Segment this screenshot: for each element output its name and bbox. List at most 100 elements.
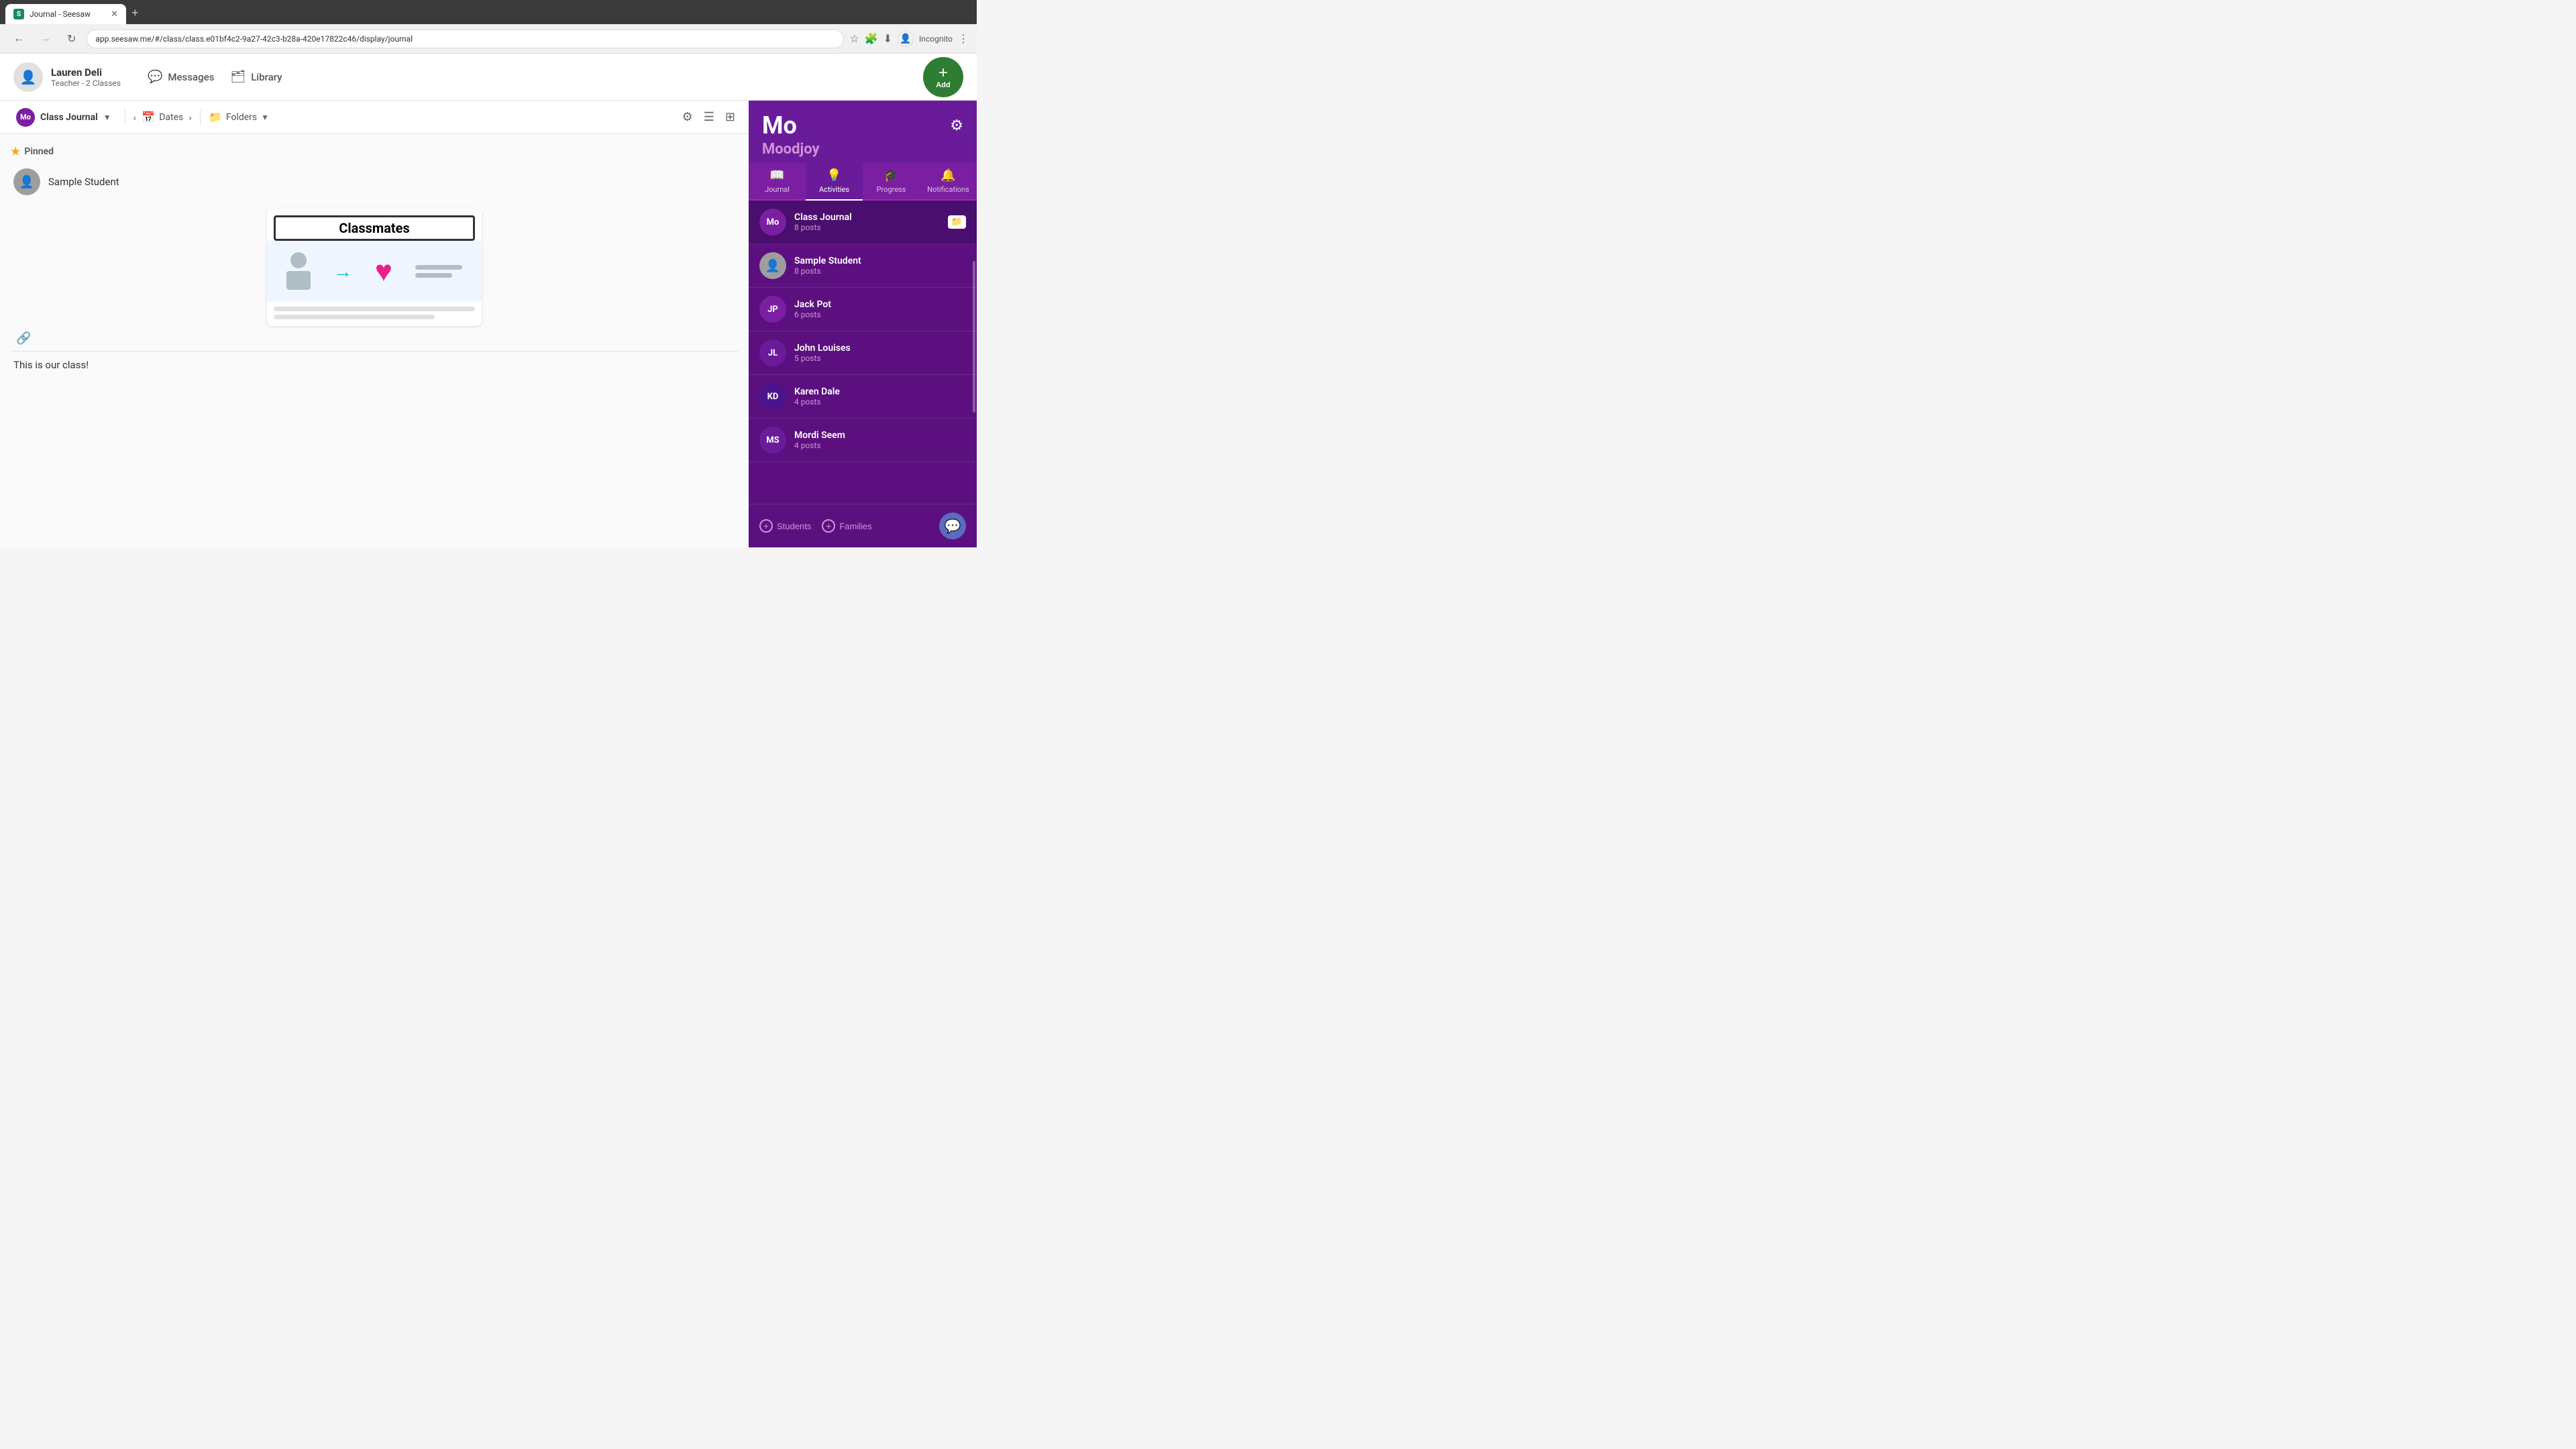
prev-arrow-button[interactable]: ‹	[133, 112, 137, 123]
john-louises-avatar: JL	[759, 339, 786, 366]
back-button[interactable]: ←	[8, 30, 30, 48]
grid-view-button[interactable]: ⊞	[722, 107, 738, 127]
person-silhouette	[286, 252, 311, 290]
journal-nav-label: Journal	[765, 185, 790, 194]
mordi-seem-avatar: MS	[759, 427, 786, 453]
address-bar[interactable]: app.seesaw.me/#/class/class.e01bf4c2-9a2…	[87, 30, 844, 48]
classmates-card: Classmates → ♥	[267, 209, 482, 326]
notifications-nav-label: Notifications	[927, 185, 969, 194]
sidebar-nav-notifications[interactable]: 🔔 Notifications	[920, 163, 977, 199]
journal-content: ★ Pinned 👤 Sample Student Classmates	[0, 134, 749, 547]
families-plus-icon: +	[822, 519, 835, 533]
sidebar-nav: 📖 Journal 💡 Activities 🎓 Progress 🔔 Noti…	[749, 163, 977, 201]
sidebar-list-item-mordi-seem[interactable]: MS Mordi Seem 4 posts	[749, 419, 977, 462]
activities-nav-label: Activities	[819, 185, 849, 194]
families-label: Families	[839, 521, 871, 531]
sidebar-list-item-sample-student[interactable]: 👤 Sample Student 8 posts	[749, 244, 977, 288]
karen-dale-name: Karen Dale	[794, 386, 966, 397]
sidebar-list-item-john-louises[interactable]: JL John Louises 5 posts	[749, 331, 977, 375]
user-name: Lauren Deli	[51, 66, 121, 78]
student-item[interactable]: 👤 Sample Student	[11, 163, 738, 201]
karen-dale-avatar: KD	[759, 383, 786, 410]
class-name: Class Journal	[40, 112, 98, 123]
forward-button[interactable]: →	[35, 30, 56, 48]
link-icon-area[interactable]: 🔗	[16, 331, 738, 345]
mordi-seem-posts: 4 posts	[794, 441, 966, 450]
header-nav: 💬 Messages 🗂 Library	[148, 70, 282, 84]
chat-float-button[interactable]: 💬	[939, 513, 966, 539]
sidebar-list-item-class-journal[interactable]: Mo Class Journal 8 posts 📁	[749, 201, 977, 244]
messages-icon: 💬	[148, 70, 162, 84]
right-sidebar: Mo ⚙ Moodjoy 📖 Journal 💡 Activities 🎓 Pr…	[749, 101, 977, 547]
class-chevron-down-icon: ▼	[103, 113, 111, 122]
app-header: 👤 Lauren Deli Teacher - 2 Classes 💬 Mess…	[0, 54, 977, 101]
sidebar-nav-activities[interactable]: 💡 Activities	[806, 163, 863, 201]
jack-pot-name: Jack Pot	[794, 299, 966, 310]
folders-nav[interactable]: 📁 Folders ▼	[209, 111, 269, 123]
download-icon[interactable]: ⬇	[883, 32, 892, 46]
library-icon: 🗂	[230, 70, 246, 84]
toolbar-right: ⚙ ☰ ⊞	[680, 107, 738, 127]
jack-pot-avatar: JP	[759, 296, 786, 323]
class-selector[interactable]: Mo Class Journal ▼	[11, 105, 117, 129]
john-louises-name: John Louises	[794, 343, 966, 354]
browser-tab[interactable]: S Journal - Seesaw ✕	[5, 4, 126, 24]
filter-icon-button[interactable]: ⚙	[680, 107, 696, 127]
library-nav-item[interactable]: 🗂 Library	[230, 70, 282, 84]
families-button[interactable]: + Families	[822, 519, 871, 533]
extensions-icon[interactable]: 🧩	[865, 32, 878, 46]
karen-dale-info: Karen Dale 4 posts	[794, 386, 966, 407]
next-arrow-button[interactable]: ›	[189, 112, 192, 123]
john-louises-info: John Louises 5 posts	[794, 343, 966, 363]
classmates-title-box: Classmates	[274, 215, 475, 241]
sidebar-top-row: Mo ⚙	[762, 111, 963, 140]
student-avatar: 👤	[13, 168, 40, 195]
incognito-label: Incognito	[919, 34, 953, 44]
sidebar-list: Mo Class Journal 8 posts 📁 👤 Sample Stud…	[749, 201, 977, 504]
library-label: Library	[251, 71, 282, 83]
new-tab-button[interactable]: +	[126, 3, 144, 23]
user-info: 👤 Lauren Deli Teacher - 2 Classes	[13, 62, 121, 92]
messages-label: Messages	[168, 71, 214, 83]
menu-icon[interactable]: ⋮	[958, 32, 969, 46]
sidebar-list-item-karen-dale[interactable]: KD Karen Dale 4 posts	[749, 375, 977, 419]
browser-nav-bar: ← → ↻ app.seesaw.me/#/class/class.e01bf4…	[0, 24, 977, 54]
avatar: 👤	[13, 62, 43, 92]
sample-student-info: Sample Student 8 posts	[794, 256, 966, 276]
pinned-label: ★ Pinned	[11, 145, 738, 158]
class-avatar: Mo	[16, 108, 35, 127]
sidebar-nav-journal[interactable]: 📖 Journal	[749, 163, 806, 199]
link-icon: 🔗	[16, 331, 31, 345]
class-journal-info: Class Journal 8 posts	[794, 212, 940, 232]
students-plus-icon: +	[759, 519, 773, 533]
toolbar-divider2	[200, 109, 201, 125]
reload-button[interactable]: ↻	[62, 30, 81, 48]
sidebar-nav-progress[interactable]: 🎓 Progress	[863, 163, 920, 199]
folders-label: Folders	[226, 112, 257, 123]
sidebar-list-item-jack-pot[interactable]: JP Jack Pot 6 posts	[749, 288, 977, 331]
caption-area: This is our class!	[11, 351, 738, 378]
classmates-visual: → ♥	[267, 241, 482, 301]
dates-nav[interactable]: 📅 Dates	[142, 111, 183, 123]
activities-nav-icon: 💡	[826, 168, 841, 182]
user-text: Lauren Deli Teacher - 2 Classes	[51, 66, 121, 88]
mordi-seem-name: Mordi Seem	[794, 430, 966, 441]
add-button[interactable]: + Add	[923, 57, 963, 97]
add-plus-icon: +	[938, 65, 948, 81]
jack-pot-info: Jack Pot 6 posts	[794, 299, 966, 319]
journal-nav-icon: 📖	[769, 168, 784, 182]
bookmark-icon[interactable]: ☆	[849, 32, 859, 46]
students-button[interactable]: + Students	[759, 519, 811, 533]
list-view-button[interactable]: ☰	[701, 107, 717, 127]
content-lines	[415, 265, 462, 278]
toolbar: Mo Class Journal ▼ ‹ 📅 Dates › 📁 Folders…	[0, 101, 749, 134]
karen-dale-posts: 4 posts	[794, 397, 966, 407]
profile-icon[interactable]: 👤	[898, 31, 914, 47]
messages-nav-item[interactable]: 💬 Messages	[148, 70, 214, 84]
mordi-seem-info: Mordi Seem 4 posts	[794, 430, 966, 450]
jack-pot-posts: 6 posts	[794, 310, 966, 319]
settings-icon-button[interactable]: ⚙	[950, 117, 963, 134]
tab-close-icon[interactable]: ✕	[111, 9, 118, 19]
sidebar-footer: + Students + Families 💬	[749, 504, 977, 547]
students-label: Students	[777, 521, 811, 531]
